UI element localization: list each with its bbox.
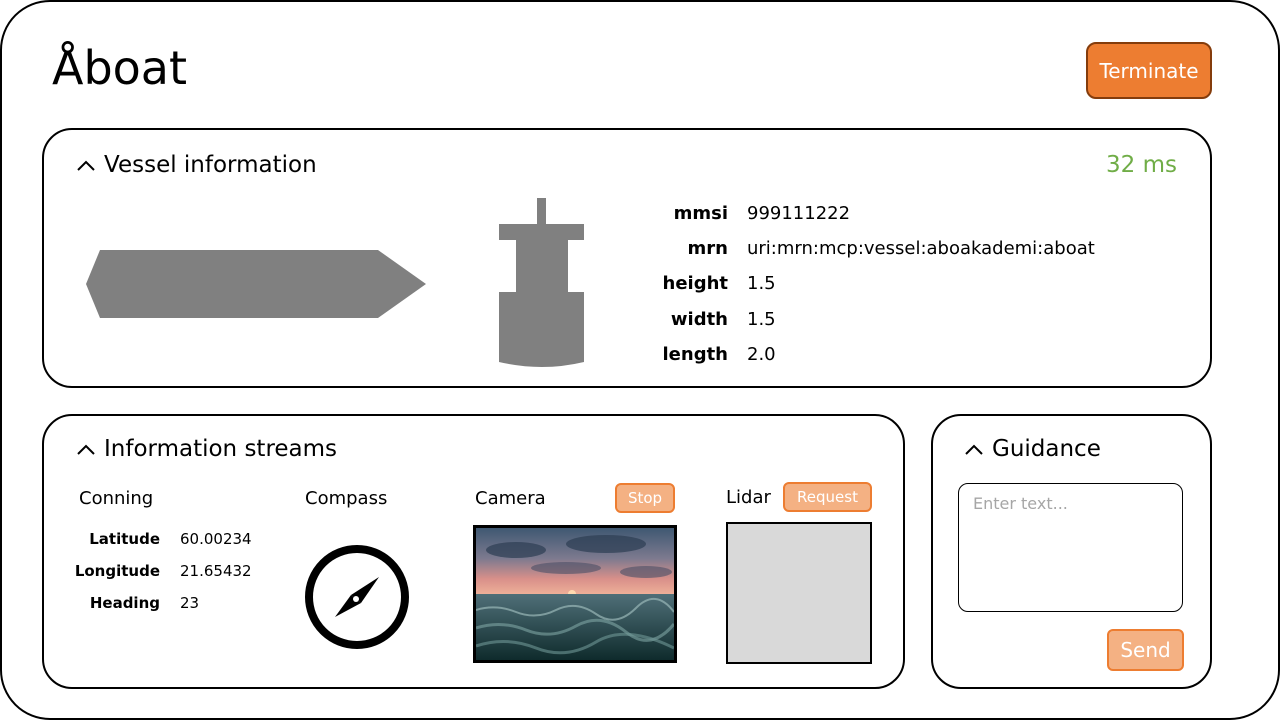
app-title: Åboat [52,41,188,95]
height-value: 1.5 [747,273,776,294]
longitude-value: 21.65432 [180,562,252,580]
terminate-button[interactable]: Terminate [1086,42,1212,99]
chevron-up-icon [965,444,983,455]
vessel-information-title: Vessel information [104,152,317,178]
camera-feed [473,525,677,663]
chevron-up-icon [77,160,95,171]
guidance-title: Guidance [992,436,1101,462]
camera-title: Camera [475,488,546,509]
vessel-information-header[interactable]: Vessel information [74,151,317,179]
length-value: 2.0 [747,344,776,365]
longitude-label: Longitude [74,562,160,580]
vessel-side-view-icon [86,250,426,318]
lidar-title: Lidar [726,487,771,508]
information-streams-title: Information streams [104,436,338,462]
mrn-label: mrn [687,238,728,259]
length-label: length [662,344,729,365]
latitude-label: Latitude [89,530,160,548]
latitude-value: 60.00234 [180,530,252,548]
latency-indicator: 32 ms [1106,152,1177,178]
lidar-request-button[interactable]: Request [783,482,872,512]
camera-stop-button[interactable]: Stop [615,483,675,513]
conning-title: Conning [79,488,154,509]
compass-title: Compass [305,488,388,509]
compass-icon [305,545,409,649]
heading-value: 23 [180,594,200,612]
heading-label: Heading [89,594,160,612]
vessel-front-view-icon [499,198,584,367]
mmsi-value: 999111222 [747,203,851,224]
information-streams-header[interactable]: Information streams [74,435,337,463]
guidance-header[interactable]: Guidance [962,435,1101,463]
mrn-value: uri:mrn:mcp:vessel:aboakademi:aboat [747,238,1095,259]
guidance-text-input[interactable] [958,483,1183,612]
send-button[interactable]: Send [1107,629,1184,671]
lidar-view [726,522,872,664]
mmsi-label: mmsi [673,203,728,224]
width-label: width [670,309,728,330]
height-label: height [662,273,729,294]
chevron-up-icon [77,444,95,455]
width-value: 1.5 [747,309,776,330]
